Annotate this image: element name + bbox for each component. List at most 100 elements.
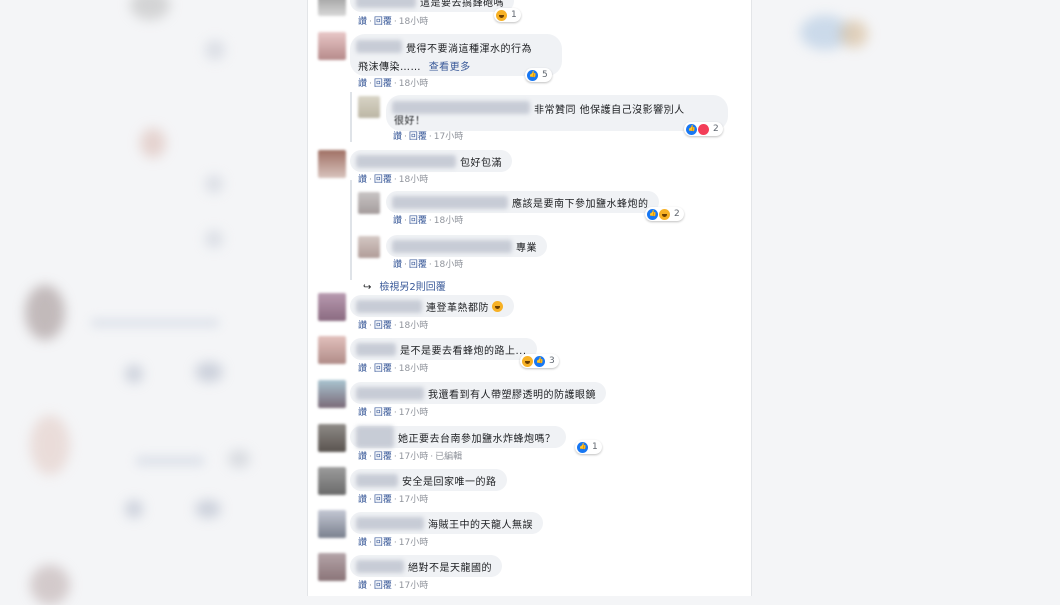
timestamp[interactable]: 18小時 (434, 216, 463, 226)
avatar[interactable] (318, 424, 346, 452)
haha-reaction-icon (496, 9, 507, 21)
reply-link[interactable]: 回覆 (374, 538, 392, 548)
avatar[interactable] (358, 192, 380, 214)
reply-link[interactable]: 回覆 (409, 132, 427, 142)
see-more-link[interactable]: 查看更多 (429, 62, 471, 73)
like-link[interactable]: 讚 (358, 538, 367, 548)
comment-text: 應該是要南下參加鹽水蜂炮的 (512, 198, 649, 210)
comment: 包好包滿 讚 · 回覆 · 18小時 (308, 150, 751, 186)
reaction-count[interactable]: 3 (520, 354, 559, 368)
comment: 海賊王中的天龍人無誤 讚 · 回覆 · 17小時 (308, 510, 751, 550)
like-link[interactable]: 讚 (358, 408, 367, 418)
timestamp[interactable]: 18小時 (399, 175, 428, 185)
timestamp[interactable]: 17小時 (399, 452, 428, 462)
commenter-name[interactable] (356, 0, 416, 8)
like-link[interactable]: 讚 (358, 364, 367, 374)
timestamp[interactable]: 18小時 (399, 79, 428, 89)
commenter-name[interactable] (356, 559, 404, 573)
comment-actions: 讚 · 回覆 · 17小時 (358, 581, 429, 591)
comment-text: 絕對不是天龍國的 (408, 562, 492, 574)
avatar[interactable] (358, 236, 380, 258)
reply-link[interactable]: 回覆 (374, 581, 392, 591)
like-reaction-icon (647, 208, 658, 220)
comment-text: 這是要去搞鋒砲嗎 (420, 0, 504, 9)
commenter-name[interactable] (356, 154, 456, 168)
reaction-count[interactable]: 1 (575, 440, 602, 454)
like-link[interactable]: 讚 (393, 260, 402, 270)
commenter-name[interactable] (356, 342, 396, 356)
avatar[interactable] (318, 293, 346, 321)
avatar[interactable] (318, 467, 346, 495)
avatar[interactable] (318, 553, 346, 581)
commenter-name[interactable] (356, 299, 422, 313)
reply-link[interactable]: 回覆 (374, 17, 392, 27)
commenter-name[interactable] (356, 426, 394, 448)
like-link[interactable]: 讚 (358, 495, 367, 505)
comment: 她正要去台南參加鹽水炸蜂炮嗎？ 1 讚·回覆·17小時·已編輯 (308, 424, 751, 464)
haha-reaction-icon (659, 208, 670, 220)
comment-bubble: 連登革熱都防 (350, 295, 514, 317)
reaction-count[interactable]: 5 (525, 68, 552, 82)
comment-bubble: 海賊王中的天龍人無誤 (350, 512, 543, 534)
like-link[interactable]: 讚 (358, 452, 367, 462)
commenter-name[interactable] (356, 386, 424, 400)
timestamp[interactable]: 17小時 (399, 408, 428, 418)
timestamp[interactable]: 18小時 (399, 321, 428, 331)
comment-bubble: 應該是要南下參加鹽水蜂炮的 (386, 191, 659, 213)
reply-link[interactable]: 回覆 (374, 452, 392, 462)
reply-link[interactable]: 回覆 (374, 364, 392, 374)
comment-actions: 讚 · 回覆 · 17小時 · 已編輯 (358, 452, 463, 462)
commenter-name[interactable] (392, 239, 512, 253)
reply-link[interactable]: 回覆 (374, 408, 392, 418)
reaction-count[interactable]: 1 (494, 8, 521, 22)
avatar[interactable] (318, 336, 346, 364)
reply-link[interactable]: 回覆 (374, 495, 392, 505)
commenter-name[interactable] (356, 516, 424, 530)
edited-label[interactable]: 已編輯 (435, 452, 462, 462)
reaction-count[interactable]: 2 (645, 207, 684, 221)
commenter-name[interactable] (356, 40, 402, 53)
reply-link[interactable]: 回覆 (374, 321, 392, 331)
reply-comment: 非常贊同 他保護自己沒影響別人 很好！ 2 讚·回覆·17小時 (308, 94, 751, 144)
like-link[interactable]: 讚 (393, 132, 402, 142)
avatar[interactable] (318, 510, 346, 538)
like-link[interactable]: 讚 (358, 17, 367, 27)
timestamp[interactable]: 18小時 (434, 260, 463, 270)
comment-actions: 讚 · 回覆 · 18小時 (393, 260, 464, 270)
like-link[interactable]: 讚 (358, 321, 367, 331)
comment-text: 覺得不要淌這種渾水的行為 (406, 44, 532, 55)
timestamp[interactable]: 18小時 (399, 364, 428, 374)
like-link[interactable]: 讚 (358, 79, 367, 89)
avatar[interactable] (318, 150, 346, 178)
reply-link[interactable]: 回覆 (374, 175, 392, 185)
commenter-name[interactable] (392, 195, 508, 209)
commenter-name[interactable] (356, 473, 398, 487)
comment-text: 連登革熱都防 (426, 302, 489, 314)
like-link[interactable]: 讚 (358, 581, 367, 591)
timestamp[interactable]: 17小時 (399, 538, 428, 548)
comment-text: 包好包滿 (460, 157, 502, 169)
timestamp[interactable]: 17小時 (434, 132, 463, 142)
avatar[interactable] (318, 32, 346, 60)
reply-link[interactable]: 回覆 (374, 79, 392, 89)
view-more-replies-link[interactable]: ↪ 檢視另2則回覆 (363, 278, 446, 293)
avatar[interactable] (318, 0, 346, 16)
comment-actions: 讚 · 回覆 · 17小時 (358, 408, 429, 418)
reply-link[interactable]: 回覆 (409, 260, 427, 270)
timestamp[interactable]: 18小時 (399, 17, 428, 27)
comment-text: 我還看到有人帶塑膠透明的防護眼鏡 (428, 389, 596, 401)
like-link[interactable]: 讚 (358, 175, 367, 185)
like-link[interactable]: 讚 (393, 216, 402, 226)
reply-comment: 專業 讚 · 回覆 · 18小時 (308, 234, 751, 270)
timestamp[interactable]: 17小時 (399, 495, 428, 505)
reply-link[interactable]: 回覆 (409, 216, 427, 226)
comment-bubble: 包好包滿 (350, 150, 512, 172)
comment-bubble: 這是要去搞鋒砲嗎 (350, 0, 514, 12)
comment-text: 是不是要去看蜂炮的路上... (400, 345, 527, 357)
avatar[interactable] (358, 96, 380, 118)
avatar[interactable] (318, 380, 346, 408)
comment-actions: 讚 · 回覆 · 18小時 (358, 79, 429, 89)
timestamp[interactable]: 17小時 (399, 581, 428, 591)
reaction-count[interactable]: 2 (684, 122, 723, 136)
comment-actions: 讚 · 回覆 · 17小時 (358, 538, 429, 548)
